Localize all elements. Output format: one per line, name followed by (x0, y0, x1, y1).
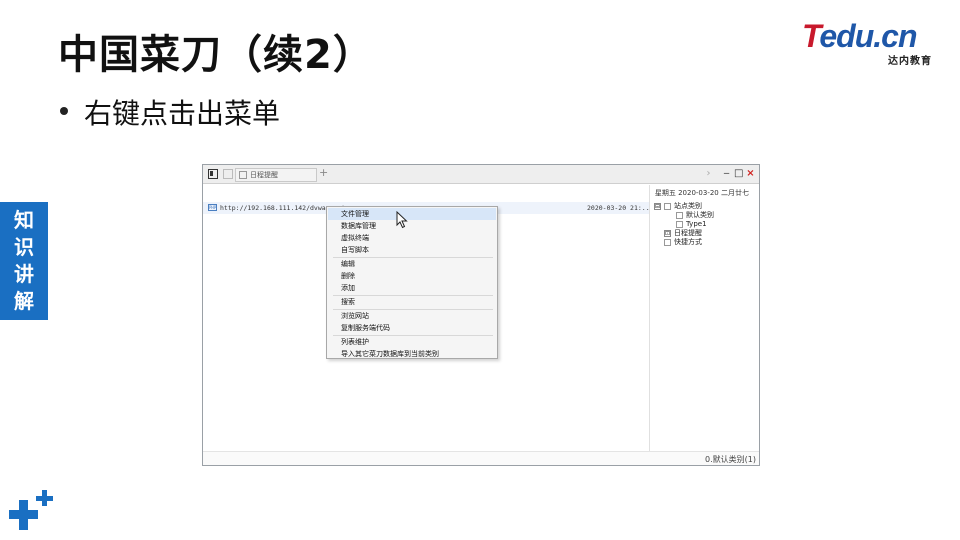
shortcut-icon (664, 238, 671, 246)
mouse-cursor-icon (396, 211, 408, 229)
minimize-icon[interactable]: ‒ (722, 167, 731, 181)
add-tab-button[interactable]: + (319, 166, 328, 179)
php-file-icon: PHP (208, 204, 217, 211)
menu-item-import-database[interactable]: 导入其它菜刀数据库到当前类别 (328, 348, 496, 360)
menu-item-custom-script[interactable]: 自写脚本 (328, 244, 496, 256)
menu-item-database-manager[interactable]: 数据库管理 (328, 220, 496, 232)
status-bar: 0.默认类别(1) (203, 451, 759, 465)
tree-node-type1[interactable]: Type1 (654, 220, 714, 229)
brand-logo: Tedu.cn 达内教育 (802, 18, 934, 67)
menu-item-list-maintenance[interactable]: 列表维护 (328, 336, 496, 348)
brand-subtitle: 达内教育 (888, 56, 932, 67)
menu-item-file-manager[interactable]: 文件管理 (328, 208, 496, 220)
tab-home-icon[interactable] (223, 169, 233, 179)
folder-icon (676, 211, 683, 219)
collapse-icon[interactable]: ⊟ (654, 202, 661, 210)
chevron-right-icon[interactable]: › (704, 167, 713, 181)
side-tab-char: 知 (14, 208, 34, 232)
site-timestamp: 2020-03-20 21:... (587, 204, 654, 212)
sidebar-toggle-icon[interactable] (208, 169, 218, 179)
menu-item-copy-server-code[interactable]: 复制服务端代码 (328, 322, 496, 334)
menu-item-delete[interactable]: 删除 (328, 270, 496, 282)
bullet-point: 右键点击出菜单 (60, 92, 280, 132)
date-display: 星期五 2020-03-20 二月廿七 (654, 189, 749, 197)
menu-item-virtual-terminal[interactable]: 虚拟终端 (328, 232, 496, 244)
expand-icon[interactable]: ⊡ (664, 229, 671, 237)
side-tab-knowledge: 知 识 讲 解 (0, 202, 48, 320)
bullet-text: 右键点击出菜单 (84, 97, 281, 130)
folder-icon (676, 220, 683, 228)
tab-bar: 日程提醒 + › ‒ □ × (203, 165, 759, 184)
tab-schedule[interactable]: 日程提醒 (235, 168, 317, 182)
tab-label: 日程提醒 (250, 171, 278, 179)
tree-node-schedule[interactable]: ⊡ 日程提醒 (654, 229, 714, 238)
context-menu: 文件管理 数据库管理 虚拟终端 自写脚本 编辑 删除 添加 搜索 浏览网站 复制… (326, 206, 498, 359)
status-text: 0.默认类别(1) (705, 455, 756, 464)
side-tab-char: 讲 (14, 262, 34, 286)
calendar-icon (239, 171, 247, 179)
tree-node-default[interactable]: 默认类别 (654, 211, 714, 220)
brand-wordmark: Tedu.cn (802, 18, 917, 54)
category-tree: ⊟ 站点类别 默认类别 Type1 ⊡ 日程提醒 快捷方式 (654, 202, 714, 247)
category-panel: 星期五 2020-03-20 二月廿七 ⊟ 站点类别 默认类别 Type1 ⊡ 日程… (650, 185, 759, 451)
side-tab-char: 解 (14, 289, 34, 313)
bullet-dot-icon (60, 107, 68, 115)
maximize-icon[interactable]: □ (734, 167, 743, 181)
tree-node-site-category[interactable]: ⊟ 站点类别 (654, 202, 714, 211)
tree-node-shortcut[interactable]: 快捷方式 (654, 238, 714, 247)
window-controls: › ‒ □ × (704, 167, 755, 181)
close-icon[interactable]: × (746, 167, 755, 181)
folder-icon (664, 202, 671, 210)
plus-decoration-icon (9, 490, 53, 530)
menu-item-browse-site[interactable]: 浏览网站 (328, 310, 496, 322)
side-tab-char: 识 (14, 235, 34, 259)
menu-item-edit[interactable]: 编辑 (328, 258, 496, 270)
menu-item-search[interactable]: 搜索 (328, 296, 496, 308)
slide-title: 中国菜刀（续2） (58, 32, 374, 78)
menu-item-add[interactable]: 添加 (328, 282, 496, 294)
